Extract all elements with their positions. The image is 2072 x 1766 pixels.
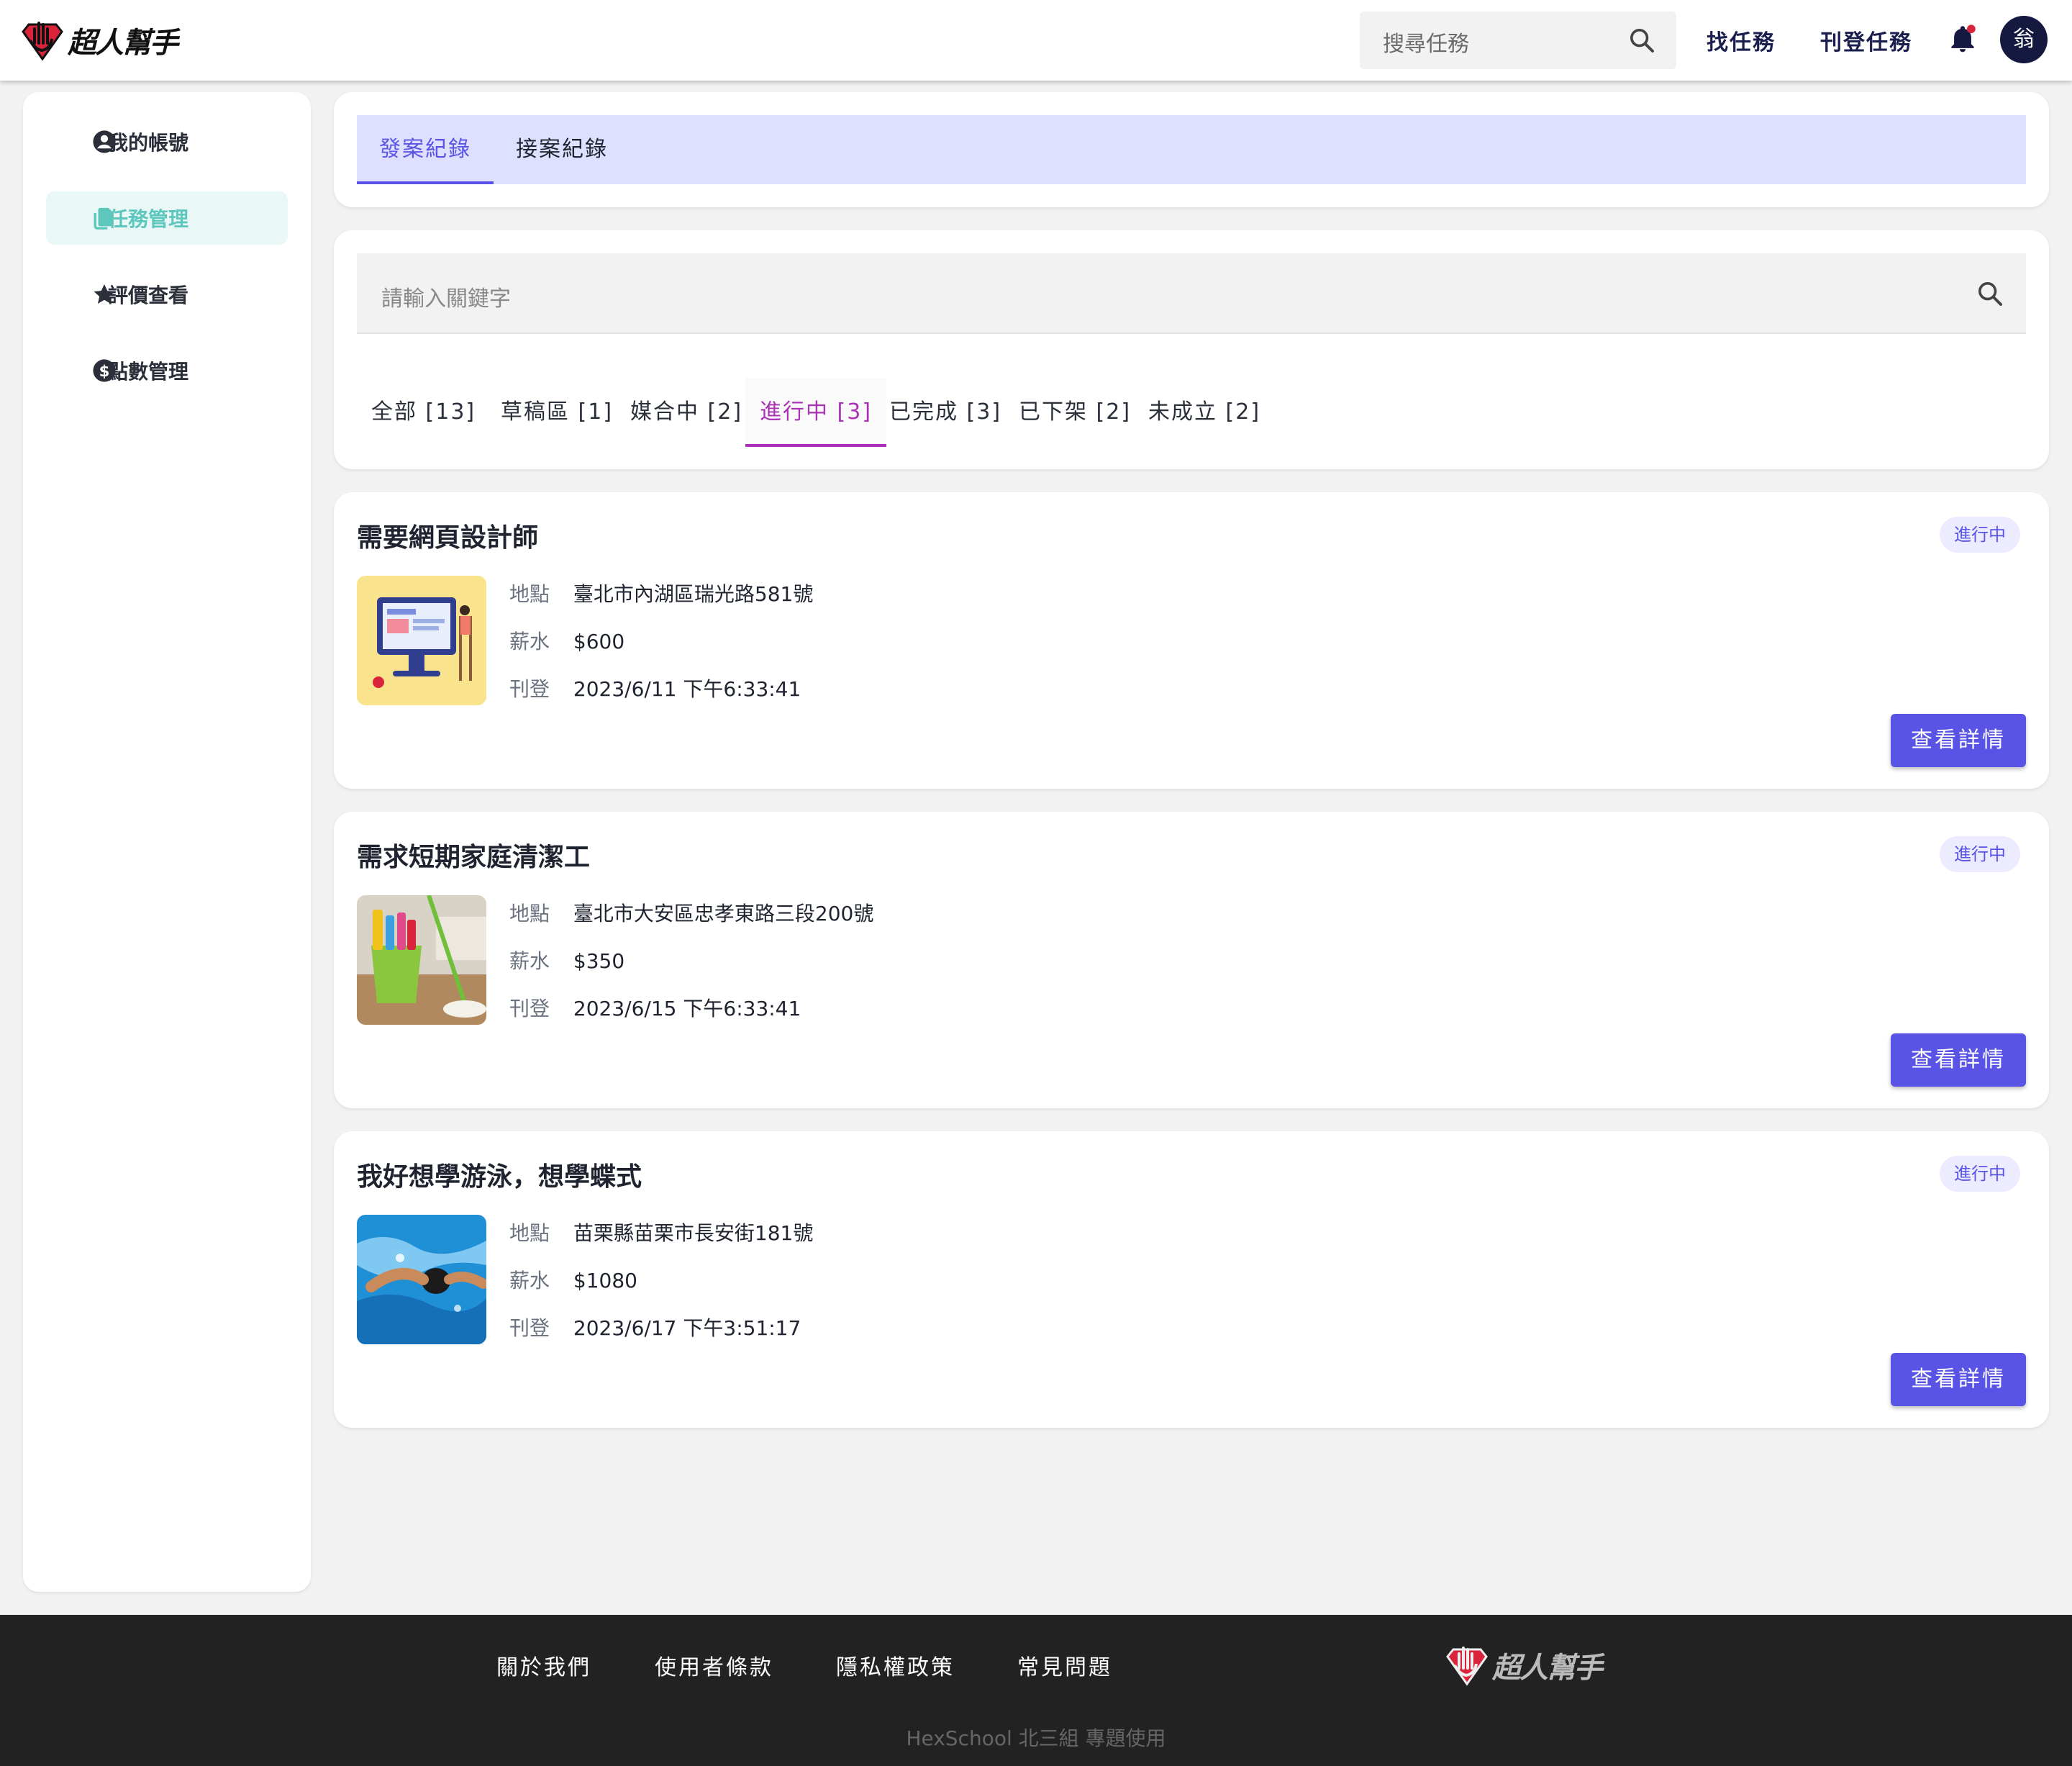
footer-link-privacy[interactable]: 隱私權政策 (836, 1649, 955, 1681)
task-title[interactable]: 需求短期家庭清潔工 (357, 836, 590, 874)
view-details-button[interactable]: 查看詳情 (1891, 1033, 2026, 1087)
brand-logo[interactable]: 超人幫手 (20, 19, 178, 62)
documents-icon (94, 207, 114, 230)
task-title[interactable]: 我好想學游泳，想學蝶式 (357, 1156, 642, 1193)
brand-name: 超人幫手 (68, 27, 178, 60)
notification-bell-icon[interactable] (1947, 23, 1978, 55)
task-card: 需要網頁設計師 進行中 地點 臺北市內湖區瑞光路581號 薪水 $600 刊登 … (334, 492, 2049, 789)
status-filter-unlisted[interactable]: 已下架 [2] (1004, 378, 1145, 447)
salary-label: 薪水 (509, 630, 550, 653)
status-filter-matching[interactable]: 媒合中 [2] (616, 378, 757, 447)
task-salary-row: 薪水 $1080 (509, 1265, 637, 1294)
search-placeholder: 搜尋任務 (1383, 32, 1469, 57)
sidebar-item-points[interactable]: $ 點數管理 (46, 344, 288, 397)
location-label: 地點 (509, 1221, 550, 1245)
task-posted-time: 2023/6/11 下午6:33:41 (573, 677, 801, 701)
task-salary: $600 (573, 630, 625, 653)
sidebar-item-label: 評價查看 (108, 284, 189, 307)
salary-label: 薪水 (509, 949, 550, 973)
brand-name: 超人幫手 (1492, 1652, 1603, 1685)
status-badge: 進行中 (1940, 517, 2020, 553)
task-location: 臺北市大安區忠孝東路三段200號 (573, 902, 874, 925)
user-circle-icon (93, 130, 116, 153)
record-tabs-card: 發案紀錄 接案紀錄 (334, 92, 2049, 207)
location-label: 地點 (509, 902, 550, 925)
sidebar-item-reviews[interactable]: 評價查看 (46, 268, 288, 321)
logo-hand-icon (22, 22, 63, 61)
task-posted-row: 刊登 2023/6/17 下午3:51:17 (509, 1313, 801, 1341)
footer-link-about[interactable]: 關於我們 (496, 1649, 591, 1681)
task-salary-row: 薪水 $350 (509, 946, 624, 974)
star-icon (94, 284, 115, 304)
footer-link-terms[interactable]: 使用者條款 (655, 1649, 773, 1681)
site-footer: 關於我們 使用者條款 隱私權政策 常見問題 超人幫手 HexSchool 北三組… (0, 1615, 2072, 1766)
footer-link-faq[interactable]: 常見問題 (1017, 1649, 1112, 1681)
view-details-button[interactable]: 查看詳情 (1891, 714, 2026, 767)
task-posted-row: 刊登 2023/6/11 下午6:33:41 (509, 674, 801, 702)
posted-label: 刊登 (509, 677, 550, 701)
sidebar-item-account[interactable]: 我的帳號 (46, 115, 288, 168)
record-tabs: 發案紀錄 接案紀錄 (357, 115, 2026, 184)
dollar-circle-icon: $ (93, 359, 116, 382)
tab-accepted-records[interactable]: 接案紀錄 (494, 115, 630, 184)
search-icon[interactable] (1976, 279, 2004, 308)
view-details-button[interactable]: 查看詳情 (1891, 1353, 2026, 1406)
task-search-input[interactable]: 搜尋任務 (1360, 12, 1676, 69)
footer-copyright: HexSchool 北三組 專題使用 (906, 1726, 1166, 1750)
task-location-row: 地點 臺北市大安區忠孝東路三段200號 (509, 898, 873, 927)
task-thumbnail-swimming (357, 1215, 486, 1344)
sidebar-item-task-management[interactable]: 任務管理 (46, 191, 288, 245)
status-badge: 進行中 (1940, 1156, 2020, 1192)
task-posted-time: 2023/6/15 下午6:33:41 (573, 997, 801, 1020)
keyword-search-input[interactable]: 請輸入關鍵字 (357, 253, 2026, 334)
tab-posted-records[interactable]: 發案紀錄 (357, 115, 494, 184)
nav-post-task[interactable]: 刊登任務 (1820, 24, 1912, 56)
footer-brand-logo[interactable]: 超人幫手 (1445, 1644, 1603, 1687)
sidebar-item-label: 我的帳號 (108, 131, 189, 155)
keyword-placeholder: 請輸入關鍵字 (381, 286, 511, 312)
task-card: 我好想學游泳，想學蝶式 進行中 地點 苗栗縣苗栗市長安街181號 薪水 $108… (334, 1131, 2049, 1428)
task-location: 苗栗縣苗栗市長安街181號 (573, 1221, 814, 1245)
filter-card: 請輸入關鍵字 全部 [13] 草稿區 [1] 媒合中 [2] 進行中 [3] 已… (334, 230, 2049, 469)
posted-label: 刊登 (509, 997, 550, 1020)
task-location-row: 地點 臺北市內湖區瑞光路581號 (509, 579, 813, 607)
task-thumbnail-web-design (357, 576, 486, 705)
status-filter-all[interactable]: 全部 [13] (357, 378, 490, 447)
task-location-row: 地點 苗栗縣苗栗市長安街181號 (509, 1218, 813, 1246)
task-salary: $350 (573, 949, 625, 973)
task-salary: $1080 (573, 1269, 637, 1292)
status-filter-in-progress[interactable]: 進行中 [3] (745, 378, 887, 447)
status-badge: 進行中 (1940, 836, 2020, 872)
task-thumbnail-cleaning (357, 895, 486, 1025)
sidebar-item-label: 點數管理 (108, 360, 189, 384)
task-location: 臺北市內湖區瑞光路581號 (573, 582, 814, 606)
status-filter-draft[interactable]: 草稿區 [1] (486, 378, 627, 447)
posted-label: 刊登 (509, 1316, 550, 1340)
location-label: 地點 (509, 582, 550, 606)
task-card: 需求短期家庭清潔工 進行中 地點 臺北市大安區忠孝東路三段200號 薪水 $35… (334, 812, 2049, 1108)
logo-hand-icon (1446, 1647, 1488, 1686)
nav-find-task[interactable]: 找任務 (1707, 24, 1776, 56)
task-title[interactable]: 需要網頁設計師 (357, 517, 538, 554)
search-icon[interactable] (1627, 26, 1656, 55)
svg-text:$: $ (99, 363, 110, 381)
salary-label: 薪水 (509, 1269, 550, 1292)
account-sidebar: 我的帳號 任務管理 評價查看 $ 點數管理 (23, 92, 311, 1592)
task-posted-row: 刊登 2023/6/15 下午6:33:41 (509, 993, 801, 1022)
status-filter-not-established[interactable]: 未成立 [2] (1134, 378, 1275, 447)
status-filter-completed[interactable]: 已完成 [3] (875, 378, 1016, 447)
sidebar-item-label: 任務管理 (108, 207, 189, 231)
task-salary-row: 薪水 $600 (509, 626, 624, 655)
task-posted-time: 2023/6/17 下午3:51:17 (573, 1316, 801, 1340)
top-navbar: 超人幫手 搜尋任務 找任務 刊登任務 翁 (0, 0, 2072, 81)
user-avatar[interactable]: 翁 (2000, 16, 2048, 63)
